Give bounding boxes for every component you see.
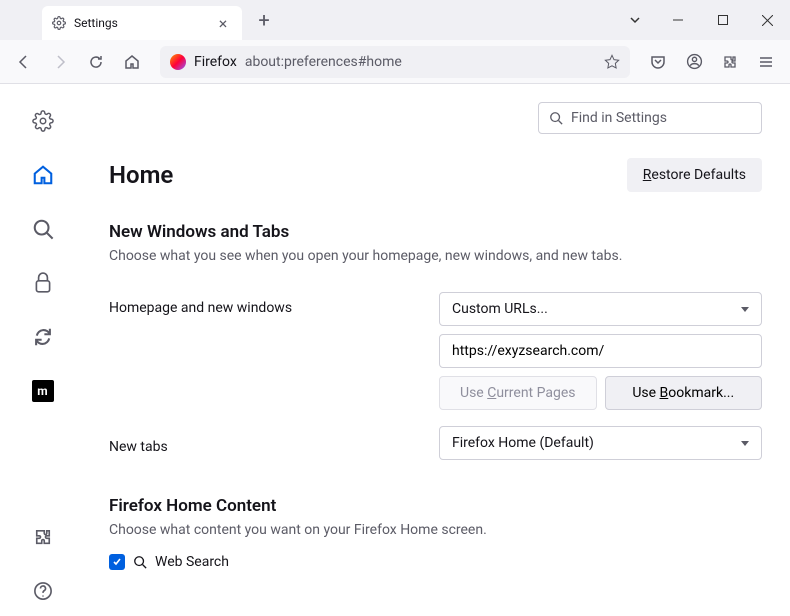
firefox-logo-icon bbox=[170, 54, 186, 70]
tab-title: Settings bbox=[74, 16, 118, 30]
star-icon[interactable] bbox=[604, 54, 620, 70]
sidebar-item-privacy[interactable] bbox=[24, 264, 62, 302]
search-icon bbox=[549, 111, 563, 125]
homepage-url-input[interactable] bbox=[439, 334, 762, 368]
url-bar[interactable]: Firefox about:preferences#home bbox=[160, 46, 630, 78]
sidebar-item-sync[interactable] bbox=[24, 318, 62, 356]
section-new-windows-desc: Choose what you see when you open your h… bbox=[109, 248, 762, 264]
minimize-button[interactable] bbox=[655, 0, 700, 40]
menu-icon[interactable] bbox=[750, 46, 782, 78]
section-new-windows-title: New Windows and Tabs bbox=[109, 222, 762, 242]
search-icon bbox=[133, 555, 147, 569]
forward-button[interactable] bbox=[44, 46, 76, 78]
homepage-dropdown[interactable]: Custom URLs... bbox=[439, 292, 762, 326]
websearch-checkbox[interactable] bbox=[109, 554, 125, 570]
extensions-icon[interactable] bbox=[714, 46, 746, 78]
chevron-down-icon[interactable] bbox=[615, 0, 655, 40]
close-tab-icon[interactable]: × bbox=[214, 14, 232, 33]
main-content: Find in Settings Home Restore Defaults N… bbox=[85, 84, 790, 616]
toolbar: Firefox about:preferences#home bbox=[0, 40, 790, 84]
sidebar-item-mozilla[interactable]: m bbox=[24, 372, 62, 410]
urlbar-brand: Firefox bbox=[194, 54, 237, 70]
window-controls bbox=[615, 0, 790, 40]
sidebar-item-extensions[interactable] bbox=[24, 518, 62, 556]
reload-button[interactable] bbox=[80, 46, 112, 78]
account-icon[interactable] bbox=[678, 46, 710, 78]
use-bookmark-button[interactable]: Use Bookmark... bbox=[605, 376, 763, 410]
new-tab-button[interactable]: + bbox=[250, 6, 278, 34]
restore-defaults-button[interactable]: Restore Defaults bbox=[627, 158, 762, 192]
search-placeholder: Find in Settings bbox=[571, 110, 667, 126]
mozilla-icon: m bbox=[32, 380, 54, 402]
home-button[interactable] bbox=[116, 46, 148, 78]
browser-tab[interactable]: Settings × bbox=[42, 6, 242, 40]
search-input[interactable]: Find in Settings bbox=[538, 102, 762, 134]
urlbar-url: about:preferences#home bbox=[245, 54, 596, 70]
websearch-row[interactable]: Web Search bbox=[109, 554, 762, 570]
newtabs-label: New tabs bbox=[109, 431, 439, 455]
pocket-icon[interactable] bbox=[642, 46, 674, 78]
back-button[interactable] bbox=[8, 46, 40, 78]
sidebar-item-home[interactable] bbox=[24, 156, 62, 194]
sidebar-item-search[interactable] bbox=[24, 210, 62, 248]
section-home-content-title: Firefox Home Content bbox=[109, 496, 762, 516]
titlebar: Settings × + bbox=[0, 0, 790, 40]
sidebar-item-help[interactable] bbox=[24, 572, 62, 610]
page-title: Home bbox=[109, 161, 173, 189]
use-current-pages-button: Use Current Pages bbox=[439, 376, 597, 410]
newtabs-dropdown[interactable]: Firefox Home (Default) bbox=[439, 426, 762, 460]
homepage-label: Homepage and new windows bbox=[109, 292, 439, 316]
content: m Find in Settings Home Restore Defaults… bbox=[0, 84, 790, 616]
gear-icon bbox=[52, 16, 66, 30]
sidebar: m bbox=[0, 84, 85, 616]
section-home-content-desc: Choose what content you want on your Fir… bbox=[109, 522, 762, 538]
maximize-button[interactable] bbox=[700, 0, 745, 40]
sidebar-item-general[interactable] bbox=[24, 102, 62, 140]
close-window-button[interactable] bbox=[745, 0, 790, 40]
websearch-label: Web Search bbox=[155, 554, 229, 570]
